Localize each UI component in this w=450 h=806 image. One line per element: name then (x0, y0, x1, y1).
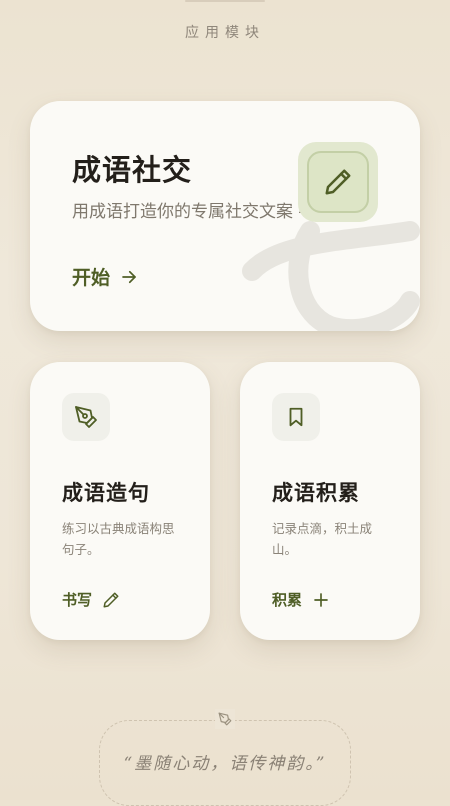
start-label: 开始 (72, 267, 111, 289)
pen-nib-icon (62, 393, 110, 441)
pencil-icon (307, 151, 369, 213)
card-description: 记录点滴，积土成山。 (272, 521, 373, 557)
idiom-social-card[interactable]: 成语社交 用成语打造你的专属社交文案 - 开始 (30, 101, 420, 331)
collect-label: 积累 (272, 591, 303, 609)
write-button[interactable]: 书写 (62, 589, 120, 610)
plus-icon (314, 592, 328, 607)
hero-subtitle: 用成语打造你的专属社交文案 - (72, 202, 305, 222)
start-button[interactable]: 开始 (72, 263, 138, 290)
card-title: 成语造句 (62, 480, 150, 505)
bookmark-icon (272, 393, 320, 441)
write-label: 书写 (62, 591, 93, 609)
pencil-icon (103, 592, 119, 607)
top-divider (185, 0, 265, 2)
hero-title: 成语社交 (72, 153, 193, 187)
idiom-collection-card[interactable]: 成语积累 记录点滴，积土成山。 积累 (240, 362, 420, 640)
section-title: 应用模块 (185, 25, 265, 41)
quote-text: “墨随心动，语传神韵。” (123, 754, 327, 774)
idiom-sentence-card[interactable]: 成语造句 练习以古典成语构思句子。 书写 (30, 362, 210, 640)
pen-nib-icon (215, 709, 235, 729)
arrow-right-icon (122, 270, 136, 283)
card-description: 练习以古典成语构思句子。 (62, 521, 175, 557)
collect-button[interactable]: 积累 (272, 589, 330, 610)
card-title: 成语积累 (272, 480, 360, 505)
